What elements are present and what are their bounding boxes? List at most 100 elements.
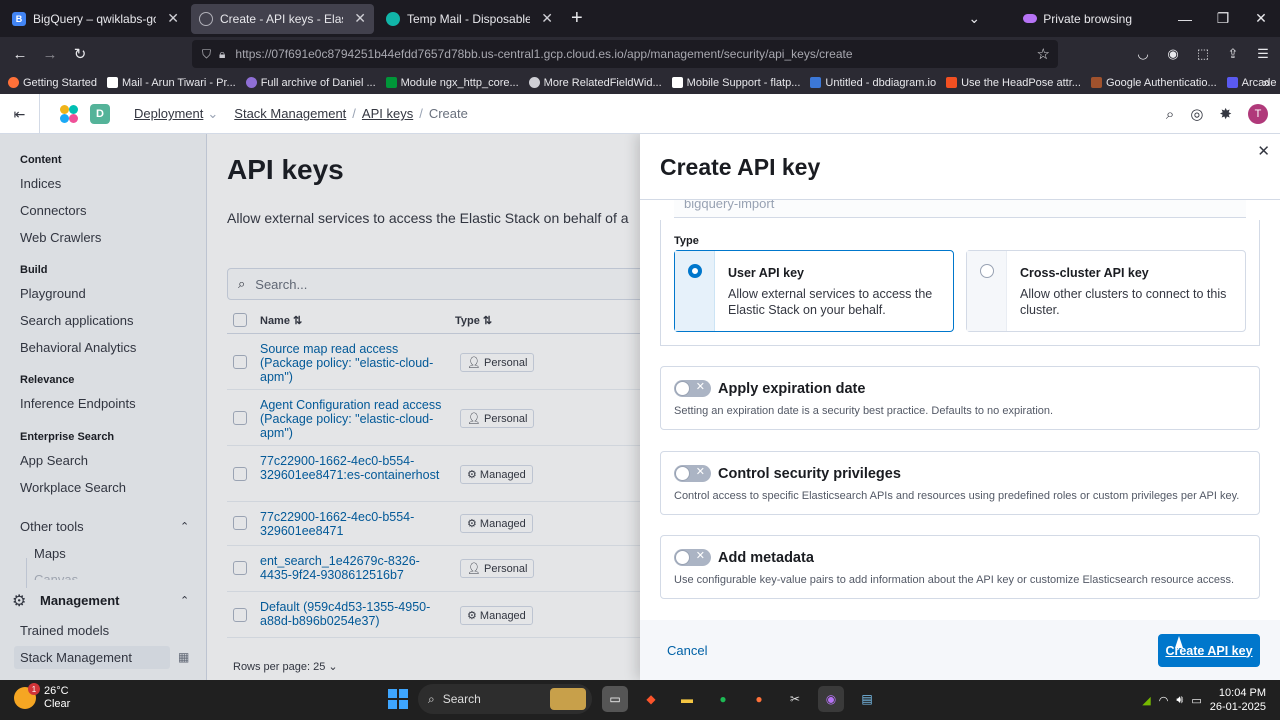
bookmark-item[interactable]: Mobile Support - flatp... — [671, 77, 800, 89]
tab-create-api-keys[interactable]: Create - API keys - Elastic ✕ — [191, 3, 374, 34]
breadcrumb: Deployment ⌄ Stack Management / API keys… — [134, 106, 468, 122]
minimize-button[interactable]: — — [1166, 11, 1204, 27]
help-icon[interactable]: ◎ — [1190, 105, 1203, 123]
menu-toggle-icon[interactable]: ⇤ — [0, 93, 40, 134]
taskbar-search[interactable]: ⌕ Search — [418, 684, 592, 714]
archive-icon — [245, 77, 257, 88]
reload-button[interactable]: ↻ — [65, 45, 95, 63]
nginx-icon — [385, 77, 397, 88]
breadcrumb-stack-management[interactable]: Stack Management — [234, 106, 346, 121]
volume-icon[interactable]: 🔊︎ — [1176, 694, 1183, 707]
kibana-header: ⇤ D Deployment ⌄ Stack Management / API … — [0, 93, 1280, 134]
radio-column — [675, 251, 715, 331]
back-button[interactable]: ← — [5, 46, 35, 63]
metadata-toggle[interactable]: ✕ — [674, 549, 711, 566]
wifi-icon[interactable]: ◠ — [1159, 694, 1169, 707]
radio-unselected[interactable] — [980, 264, 994, 278]
new-tab-button[interactable]: + — [571, 7, 583, 30]
facebook-icon — [671, 77, 683, 88]
url-text[interactable]: https://07f691e0c8794251b44efdd7657d78bb… — [235, 47, 852, 61]
close-icon[interactable]: ✕ — [541, 10, 553, 27]
breadcrumb-deployment[interactable]: Deployment — [134, 106, 203, 121]
close-icon[interactable]: ✕ — [167, 10, 179, 27]
deployment-badge[interactable]: D — [90, 103, 110, 124]
bookmark-item[interactable]: More RelatedFieldWid... — [528, 77, 662, 89]
windows-start-icon[interactable] — [388, 689, 408, 709]
user-api-key-option[interactable]: User API key Allow external services to … — [674, 250, 954, 332]
bookmark-item[interactable]: Use the HeadPose attr... — [946, 77, 1081, 89]
tab-bigquery[interactable]: B BigQuery – qwiklabs-gcp-02-e3 ✕ — [4, 4, 187, 34]
firefox-icon[interactable]: ● — [746, 686, 772, 712]
lock-icon[interactable]: 🔒︎ — [219, 47, 225, 62]
notification-badge: 1 — [28, 683, 40, 695]
more-bookmarks-icon[interactable]: » — [1263, 75, 1270, 90]
app-menu-icon[interactable]: ☰ — [1252, 46, 1274, 62]
metadata-desc: Use configurable key-value pairs to add … — [674, 574, 1235, 586]
bookmark-star-icon[interactable]: ☆ — [1037, 45, 1050, 63]
navigation-bar: ← → ↻ ⛉ 🔒︎ https://07f691e0c8794251b44ef… — [0, 37, 1280, 71]
window-close-button[interactable]: ✕ — [1242, 10, 1280, 27]
notepad-icon[interactable]: ▤ — [854, 686, 880, 712]
expiration-desc: Setting an expiration date is a security… — [674, 405, 1054, 417]
account-icon[interactable]: ◉ — [1162, 46, 1184, 62]
snipping-tool-icon[interactable]: ✂ — [782, 686, 808, 712]
google-auth-icon — [1090, 77, 1102, 88]
bookmark-item[interactable]: Untitled - dbdiagram.io — [810, 77, 936, 89]
tab-label: Temp Mail - Disposable Tempo — [407, 11, 531, 26]
bookmark-item[interactable]: Module ngx_http_core... — [385, 77, 519, 89]
bookmarks-bar: Getting Started Mail - Arun Tiwari - Pr.… — [0, 71, 1280, 94]
weather-widget[interactable]: 1 26°C Clear — [14, 683, 70, 711]
clock[interactable]: 10:04 PM 26-01-2025 — [1210, 686, 1266, 714]
arcade-icon — [1226, 77, 1238, 88]
create-api-key-button[interactable]: Create API key — [1158, 634, 1260, 667]
address-bar[interactable]: ⛉ 🔒︎ https://07f691e0c8794251b44efdd7657… — [192, 40, 1058, 68]
dbdiagram-icon — [810, 77, 822, 88]
cross-cluster-api-key-desc: Allow other clusters to connect to this … — [1020, 287, 1227, 317]
avatar[interactable]: T — [1248, 104, 1268, 124]
shield-icon[interactable]: ⛉ — [202, 47, 211, 62]
flyout-title: Create API key — [660, 154, 821, 180]
search-icon[interactable]: ⌕ — [1166, 106, 1174, 123]
list-all-tabs-icon[interactable]: ⌄ — [955, 10, 993, 27]
metadata-title: Add metadata — [718, 550, 814, 566]
api-key-name-field[interactable]: bigquery-import — [674, 200, 1246, 218]
private-browsing-indicator: Private browsing — [1023, 12, 1132, 26]
bookmark-item[interactable]: Google Authenticatio... — [1090, 77, 1217, 89]
cross-cluster-api-key-option[interactable]: Cross-cluster API key Allow other cluste… — [966, 250, 1246, 332]
chevron-down-icon[interactable]: ⌄ — [207, 106, 218, 122]
brave-icon[interactable]: ◆ — [638, 686, 664, 712]
bookmark-item[interactable]: Mail - Arun Tiwari - Pr... — [107, 77, 236, 89]
firefox-private-icon[interactable]: ◉ — [818, 686, 844, 712]
pocket-icon[interactable]: ◡ — [1132, 46, 1154, 62]
expiration-toggle[interactable]: ✕ — [674, 380, 711, 397]
file-explorer-icon[interactable]: ▬ — [674, 686, 700, 712]
forward-button[interactable]: → — [35, 46, 65, 63]
nvidia-icon[interactable]: ◢ — [1142, 694, 1150, 707]
restore-button[interactable]: ❐ — [1204, 10, 1242, 27]
mail-icon — [107, 77, 118, 88]
battery-icon[interactable]: ▭ — [1191, 694, 1201, 707]
share-icon[interactable]: ⇪ — [1222, 46, 1244, 62]
close-icon[interactable]: ✕ — [354, 10, 366, 27]
radio-selected[interactable] — [688, 264, 702, 278]
close-icon[interactable]: ✕ — [1257, 142, 1270, 160]
security-privileges-toggle[interactable]: ✕ — [674, 465, 711, 482]
expiration-title: Apply expiration date — [718, 381, 866, 397]
elastic-logo-icon[interactable] — [60, 104, 78, 123]
flyout-overlay[interactable] — [0, 134, 640, 680]
system-tray: ◢ ◠ 🔊︎ ▭ 10:04 PM 26-01-2025 — [1142, 686, 1266, 714]
bookmark-item[interactable]: Getting Started — [8, 77, 97, 89]
taskbar-apps: ⌕ Search ▭ ◆ ▬ ● ● ✂ ◉ ▤ — [388, 684, 880, 714]
spotify-icon[interactable]: ● — [710, 686, 736, 712]
close-icon: ✕ — [695, 381, 705, 393]
bookmark-item[interactable]: Full archive of Daniel ... — [245, 77, 376, 89]
close-icon: ✕ — [695, 466, 705, 478]
extensions-icon[interactable]: ⬚ — [1192, 46, 1214, 62]
news-icon[interactable]: ✸ — [1219, 105, 1232, 123]
cancel-button[interactable]: Cancel — [667, 643, 707, 658]
user-api-key-desc: Allow external services to access the El… — [728, 287, 933, 317]
breadcrumb-api-keys[interactable]: API keys — [362, 106, 413, 121]
task-view-icon[interactable]: ▭ — [602, 686, 628, 712]
taskbar-search-label: Search — [442, 692, 481, 706]
tab-temp-mail[interactable]: Temp Mail - Disposable Tempo ✕ — [378, 4, 561, 34]
